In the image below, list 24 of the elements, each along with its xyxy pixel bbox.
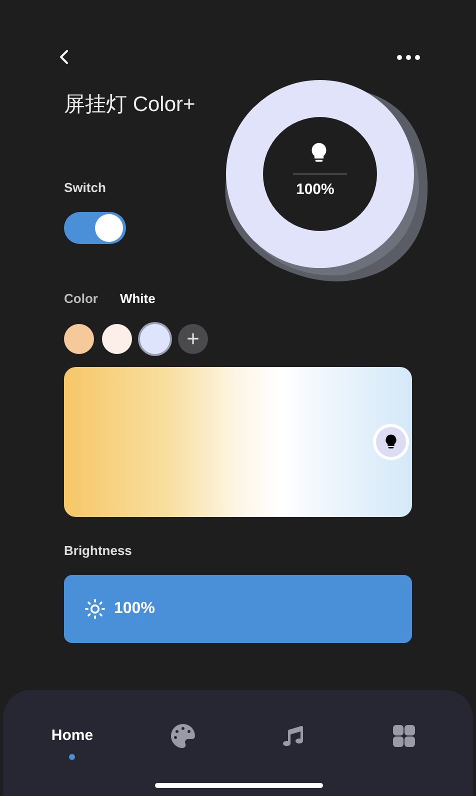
color-swatch[interactable] [102,324,132,354]
mode-tab[interactable]: White [120,289,156,308]
dial-reading: 100% [296,180,334,200]
power-toggle[interactable] [64,212,126,244]
add-swatch-button[interactable]: + [178,324,208,354]
brightness-reading: 100% [114,599,155,619]
color-swatch[interactable] [140,324,170,354]
nav-tab[interactable] [283,724,304,748]
bulb-icon [384,434,398,450]
music-note-icon [283,726,304,746]
color-swatch[interactable] [64,324,94,354]
bulb-icon [309,142,329,164]
grid-icon [392,724,416,748]
more-button[interactable] [397,54,420,60]
sun-icon [84,598,106,620]
brightness-label: Brightness [64,542,133,560]
temperature-thumb[interactable] [373,424,410,460]
palette-icon [170,724,195,748]
nav-tab[interactable] [170,724,195,748]
device-title: 屏挂灯 Color+ [64,92,196,118]
nav-tab[interactable] [392,724,416,748]
switch-label: Switch [64,179,106,197]
mode-tab[interactable]: Color [64,289,98,308]
nav-tab[interactable]: Home [51,724,94,748]
